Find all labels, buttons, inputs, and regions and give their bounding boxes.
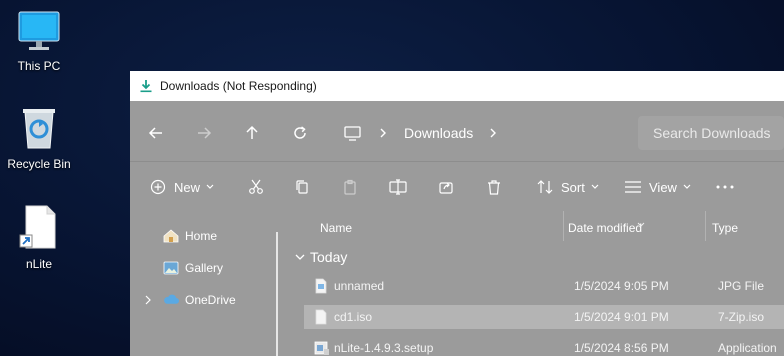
download-icon: [139, 79, 153, 93]
monitor-icon: [18, 11, 60, 50]
chevron-down-icon: [295, 254, 305, 260]
table-row[interactable]: nLite-1.4.9.3.setup 1/5/2024 8:56 PM App…: [304, 336, 784, 356]
sort-chevron-icon: [636, 215, 646, 233]
rename-icon: [389, 179, 407, 195]
nav-item-label: Gallery: [185, 261, 224, 275]
nav-item-home[interactable]: Home: [163, 229, 217, 243]
divider: [130, 161, 784, 162]
new-label: New: [174, 179, 201, 195]
sort-label: Sort: [561, 179, 585, 195]
column-header-name[interactable]: Name: [320, 221, 352, 235]
file-date: 1/5/2024 8:56 PM: [574, 341, 669, 355]
forward-button[interactable]: [194, 123, 214, 143]
explorer-window[interactable]: Downloads (Not Responding) Downloads Sea…: [130, 71, 784, 356]
command-bar: New Sort View: [130, 167, 784, 211]
chevron-down-icon: [683, 184, 691, 189]
title-bar[interactable]: Downloads (Not Responding): [130, 71, 784, 101]
view-button[interactable]: View: [624, 177, 692, 197]
more-options-button[interactable]: [714, 177, 736, 197]
nav-item-label: Home: [185, 229, 218, 243]
nav-item-onedrive[interactable]: OneDrive: [163, 293, 236, 307]
chevron-down-icon: [591, 184, 599, 189]
home-icon: [163, 229, 179, 243]
cloud-icon: [163, 293, 179, 307]
file-name: unnamed: [334, 279, 385, 293]
sort-icon: [537, 180, 553, 194]
column-divider[interactable]: [705, 211, 706, 241]
breadcrumb-chevron-icon[interactable]: [376, 125, 390, 141]
copy-icon: [296, 180, 308, 194]
trash-icon: [488, 180, 500, 195]
sort-button[interactable]: Sort: [536, 177, 600, 197]
group-label: Today: [310, 249, 348, 265]
desktop-icon-label: nLite: [25, 257, 53, 271]
file-type: 7-Zip.iso: [718, 310, 765, 324]
nav-item-gallery[interactable]: Gallery: [163, 261, 223, 275]
application-file-icon: [314, 340, 330, 356]
refresh-icon: [294, 126, 306, 139]
breadcrumb-item-downloads[interactable]: Downloads: [404, 125, 473, 141]
column-header-date-modified[interactable]: Date modified: [568, 221, 642, 235]
cut-button[interactable]: [246, 177, 266, 197]
table-row[interactable]: unnamed 1/5/2024 9:05 PM JPG File: [304, 274, 784, 298]
navigation-pane: Home Gallery OneDrive: [130, 211, 280, 356]
up-button[interactable]: [242, 123, 262, 143]
column-header-type[interactable]: Type: [712, 221, 738, 235]
refresh-button[interactable]: [290, 123, 310, 143]
expand-chevron-icon[interactable]: [142, 293, 154, 307]
file-name: nLite-1.4.9.3.setup: [334, 341, 434, 355]
file-name: cd1.iso: [334, 310, 373, 324]
explorer-content: Downloads Search Downloads New Sort View…: [130, 101, 784, 356]
chevron-down-icon: [206, 184, 214, 189]
rename-button[interactable]: [388, 177, 408, 197]
monitor-icon: [343, 125, 361, 141]
column-divider[interactable]: [563, 211, 564, 241]
breadcrumb-chevron-icon[interactable]: [486, 125, 500, 141]
recycle-bin-icon: [23, 109, 55, 149]
desktop-icon-label: This PC: [17, 59, 61, 73]
file-list: Name Date modified Type Today unnamed 1/…: [280, 211, 784, 356]
file-type: JPG File: [718, 279, 765, 293]
view-label: View: [649, 179, 677, 195]
file-type: Application: [718, 341, 777, 355]
desktop-icon-label: Recycle Bin: [7, 157, 71, 171]
nav-scrollbar[interactable]: [276, 232, 278, 356]
desktop-icon-recycle-bin[interactable]: Recycle Bin: [3, 106, 75, 171]
copy-button[interactable]: [292, 177, 312, 197]
share-button[interactable]: [436, 177, 456, 197]
jpg-file-icon: [314, 278, 328, 299]
arrow-left-icon: [148, 127, 162, 139]
nav-item-label: OneDrive: [185, 293, 236, 307]
new-button[interactable]: New: [150, 177, 215, 197]
file-date: 1/5/2024 9:01 PM: [574, 310, 669, 324]
address-row: Downloads Search Downloads: [130, 101, 784, 167]
more-icon: [716, 185, 734, 189]
desktop-icon-nlite[interactable]: nLite: [3, 204, 75, 271]
file-date: 1/5/2024 9:05 PM: [574, 279, 669, 293]
paste-button[interactable]: [340, 177, 360, 197]
this-pc-location-button[interactable]: [342, 123, 362, 143]
arrow-up-icon: [246, 125, 258, 139]
back-button[interactable]: [146, 123, 166, 143]
gallery-icon: [163, 261, 179, 275]
search-input[interactable]: Search Downloads: [638, 116, 784, 150]
delete-button[interactable]: [484, 177, 504, 197]
group-header-today[interactable]: Today: [294, 249, 347, 265]
arrow-right-icon: [198, 127, 212, 139]
list-view-icon: [625, 181, 641, 193]
share-icon: [439, 182, 453, 194]
shortcut-file-icon: [19, 205, 56, 249]
desktop-icon-this-pc[interactable]: This PC: [3, 10, 75, 73]
plus-circle-icon: [150, 179, 166, 195]
clipboard-icon: [344, 179, 356, 195]
scissors-icon: [249, 179, 263, 194]
table-row[interactable]: cd1.iso 1/5/2024 9:01 PM 7-Zip.iso: [304, 305, 784, 329]
iso-file-icon: [314, 309, 328, 330]
window-title: Downloads (Not Responding): [160, 79, 317, 93]
